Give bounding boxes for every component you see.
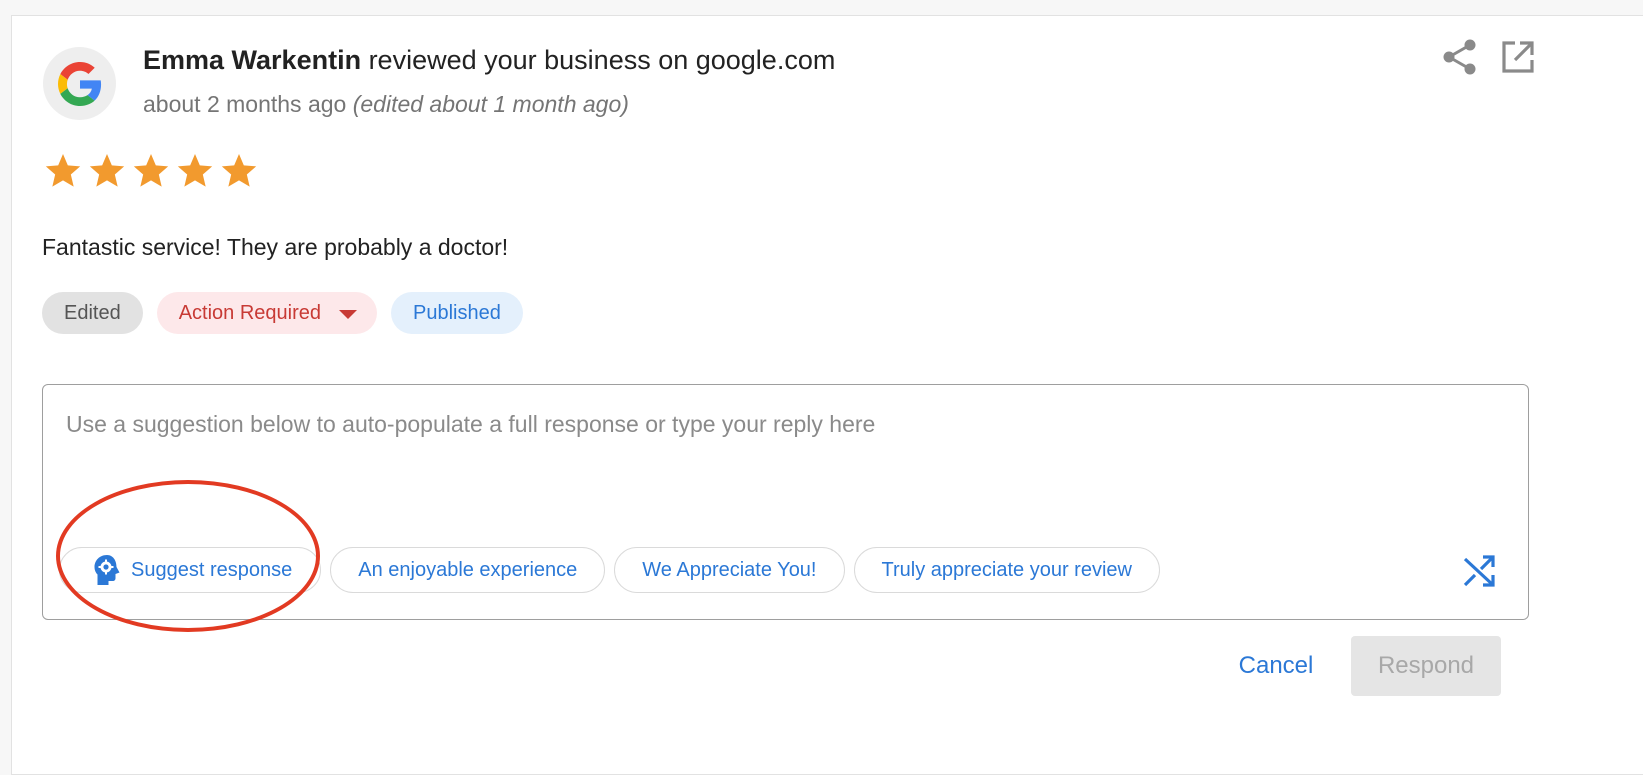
review-tags: Edited Action Required Published (42, 292, 523, 334)
star-icon (45, 154, 81, 187)
suggestion-chips: Suggest response An enjoyable experience… (59, 547, 1160, 593)
google-logo-icon (43, 47, 116, 120)
share-icon[interactable] (1440, 37, 1480, 77)
action-required-label: Action Required (178, 301, 322, 324)
cancel-button[interactable]: Cancel (1226, 636, 1326, 696)
review-timestamp: about 2 months ago (edited about 1 month… (143, 91, 629, 118)
suggestion-chip[interactable]: Truly appreciate your review (853, 547, 1160, 593)
star-icon (221, 154, 257, 187)
edited-note: (edited about 1 month ago) (352, 91, 629, 117)
published-tag: Published (391, 292, 523, 334)
suggest-response-button[interactable]: Suggest response (59, 547, 322, 593)
review-source-text: reviewed your business on google.com (361, 45, 836, 75)
star-rating (43, 151, 259, 191)
suggestion-chip[interactable]: We Appreciate You! (614, 547, 845, 593)
author-name: Emma Warkentin (143, 45, 362, 75)
reply-box: Suggest response An enjoyable experience… (42, 384, 1529, 620)
review-card: Emma Warkentin reviewed your business on… (11, 15, 1643, 775)
review-time: about 2 months ago (143, 91, 347, 117)
brain-gear-icon (93, 554, 121, 586)
star-icon (89, 154, 125, 187)
open-in-new-icon[interactable] (1498, 37, 1538, 77)
suggestion-chip[interactable]: An enjoyable experience (330, 547, 606, 593)
star-icon (133, 154, 169, 187)
star-icon (177, 154, 213, 187)
action-required-dropdown[interactable]: Action Required (156, 292, 378, 334)
respond-button[interactable]: Respond (1351, 636, 1501, 696)
caret-down-icon (339, 310, 358, 319)
suggest-response-label: Suggest response (131, 558, 293, 581)
shuffle-icon[interactable] (1462, 554, 1496, 588)
review-header: Emma Warkentin reviewed your business on… (143, 45, 835, 76)
edited-tag: Edited (42, 292, 143, 334)
reply-input[interactable] (43, 385, 1528, 535)
review-text: Fantastic service! They are probably a d… (42, 234, 509, 260)
